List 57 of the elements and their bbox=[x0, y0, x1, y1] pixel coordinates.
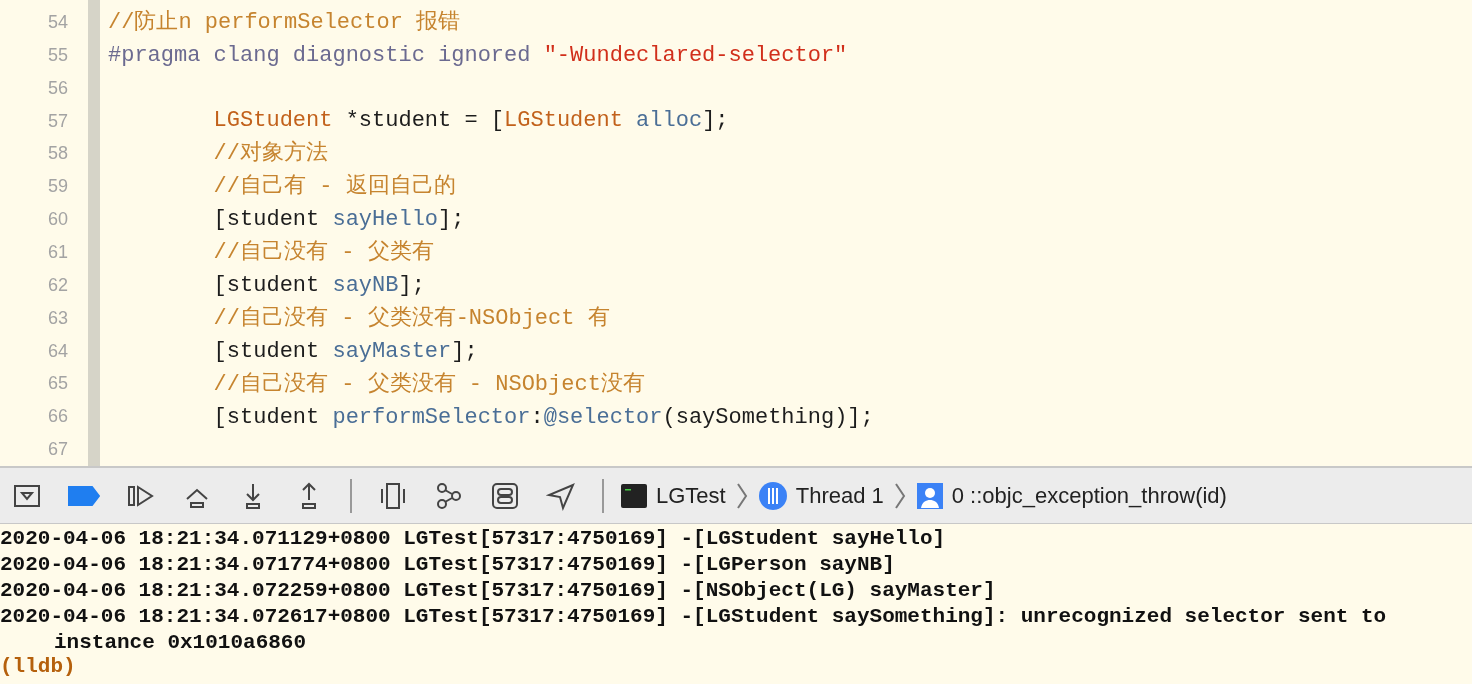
code-text: ]; bbox=[702, 107, 729, 135]
view-hierarchy-icon[interactable] bbox=[378, 480, 408, 511]
breadcrumb-item[interactable]: 0 ::objc_exception_throw(id) bbox=[951, 479, 1227, 512]
code-text: ]; bbox=[398, 272, 425, 300]
line-number: 62 bbox=[47, 273, 68, 297]
code-comment: //自己没有 - 父类没有 - NSObject没有 bbox=[212, 371, 645, 399]
line-number: 64 bbox=[47, 339, 68, 363]
code-comment: //自己有 - 返回自己的 bbox=[212, 173, 456, 201]
line-number: 59 bbox=[47, 175, 68, 199]
line-number: 61 bbox=[47, 240, 68, 264]
code-text: ]; bbox=[451, 338, 478, 366]
line-number: 55 bbox=[47, 43, 68, 67]
code-text: [student bbox=[212, 272, 321, 300]
breadcrumb-item[interactable]: Thread 1 bbox=[795, 479, 884, 512]
method-name: sayNB bbox=[332, 272, 399, 300]
console-line: 2020-04-06 18:21:34.071774+0800 LGTest[57317:4750169] -[LGPerson sayNB] bbox=[0, 552, 896, 578]
method-name: alloc bbox=[635, 107, 703, 135]
lldb-prompt: (lldb) bbox=[0, 656, 77, 678]
method-name: @selector bbox=[543, 404, 663, 432]
string-literal: "-Wundeclared-selector" bbox=[543, 42, 848, 70]
line-number: 54 bbox=[47, 10, 68, 34]
line-number: 66 bbox=[47, 405, 68, 429]
line-number: 56 bbox=[47, 76, 68, 100]
code-text: *student = [ bbox=[344, 107, 505, 135]
method-name: performSelector bbox=[332, 404, 531, 432]
console-line: 2020-04-06 18:21:34.072617+0800 LGTest[57317:4750169] -[LGStudent saySomething]: unrecognized selector sent to instance 0x1010a6860 bbox=[0, 604, 1388, 656]
breadcrumb-item[interactable]: LGTest bbox=[656, 479, 726, 512]
thread-icon bbox=[757, 480, 788, 511]
code-text: [student bbox=[212, 404, 321, 432]
code-comment: //自己没有 - 父类没有-NSObject 有 bbox=[212, 305, 610, 333]
line-number: 60 bbox=[47, 208, 68, 232]
line-number: 63 bbox=[47, 306, 68, 330]
terminal-icon bbox=[620, 481, 648, 510]
type-name: LGStudent bbox=[504, 107, 623, 135]
code-comment: //防止n performSelector 报错 bbox=[108, 9, 461, 37]
code-text: [student bbox=[212, 206, 321, 234]
code-text: (saySomething)]; bbox=[662, 404, 874, 432]
code-text: ]; bbox=[438, 206, 465, 234]
code-comment: //自己没有 - 父类有 bbox=[212, 239, 434, 267]
preprocessor-directive: #pragma clang diagnostic ignored bbox=[108, 42, 532, 70]
memory-graph-icon[interactable] bbox=[434, 480, 464, 511]
method-name: sayMaster bbox=[332, 338, 452, 366]
line-number: 65 bbox=[47, 372, 68, 396]
breakpoint-icon[interactable] bbox=[68, 484, 100, 507]
code-comment: //对象方法 bbox=[212, 139, 329, 168]
line-number: 67 bbox=[47, 438, 68, 462]
line-number: 58 bbox=[47, 142, 68, 166]
line-number: 57 bbox=[47, 109, 68, 133]
person-icon bbox=[915, 481, 944, 510]
environment-overrides-icon[interactable] bbox=[490, 480, 520, 511]
method-name: sayHello bbox=[332, 206, 439, 234]
type-name: LGStudent bbox=[212, 107, 333, 135]
location-icon[interactable] bbox=[546, 480, 576, 511]
console-line: 2020-04-06 18:21:34.072259+0800 LGTest[57317:4750169] -[NSObject(LG) sayMaster] bbox=[0, 578, 997, 604]
console-line: 2020-04-06 18:21:34.071129+0800 LGTest[57317:4750169] -[LGStudent sayHello] bbox=[0, 526, 947, 552]
code-text: [student bbox=[212, 338, 321, 366]
code-text: : bbox=[530, 404, 544, 432]
